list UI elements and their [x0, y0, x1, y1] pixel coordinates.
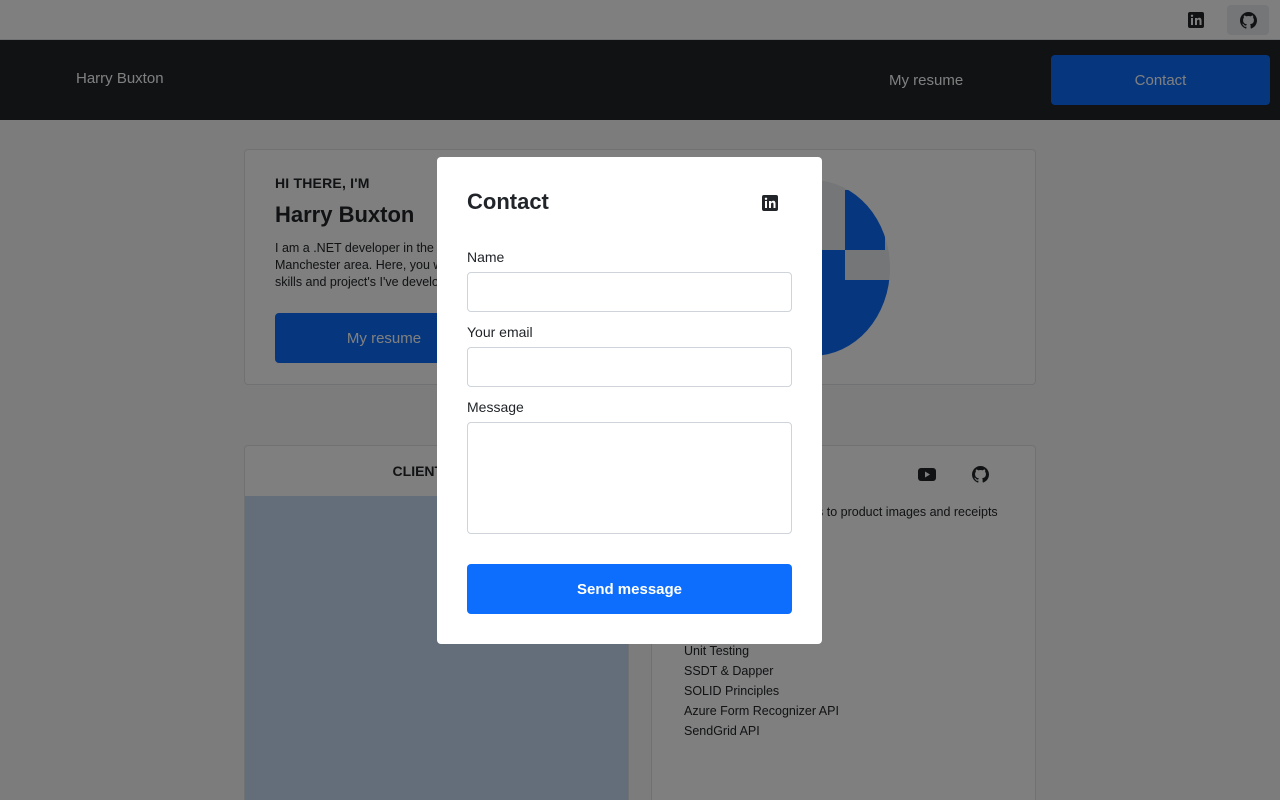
- message-label: Message: [467, 399, 524, 415]
- contact-modal: Contact Name Your email Message Send mes…: [437, 157, 822, 644]
- email-label: Your email: [467, 324, 533, 340]
- message-field[interactable]: [467, 422, 792, 534]
- modal-title: Contact: [467, 189, 549, 214]
- send-message-button[interactable]: Send message: [467, 564, 792, 614]
- name-label: Name: [467, 249, 505, 265]
- linkedin-icon[interactable]: [760, 193, 780, 213]
- name-field[interactable]: [467, 272, 792, 312]
- email-field[interactable]: [467, 347, 792, 387]
